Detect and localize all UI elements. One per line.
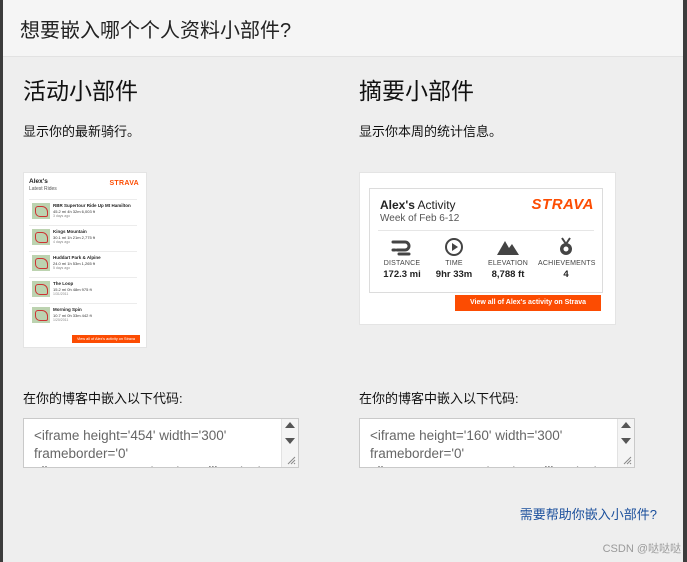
achievement-icon — [560, 237, 572, 255]
strava-logo: STRAVA — [531, 196, 594, 213]
embed-widget-dialog: 想要嵌入哪个个人资料小部件? 活动小部件 显示你的最新骑行。 Alex's La… — [3, 0, 683, 562]
card-divider — [378, 230, 594, 231]
stat-elevation: ELEVATION 8,788 ft — [480, 237, 536, 280]
ride-map-thumbnail — [32, 307, 50, 323]
stat-label: ACHIEVEMENTS — [538, 260, 596, 267]
embed-help-link[interactable]: 需要帮助你嵌入小部件? — [520, 504, 657, 523]
stat-achievements: ACHIEVEMENTS 4 — [538, 237, 596, 280]
scroll-down-arrow-icon[interactable] — [621, 438, 631, 444]
ride-map-thumbnail — [32, 255, 50, 271]
ride-date: 4 days ago — [53, 240, 71, 244]
ride-item: The Loop 15.2 mi 0h 48m 975 ft 1/31/2011 — [29, 277, 137, 300]
stat-value: 8,788 ft — [491, 269, 525, 280]
activity-code-label: 在你的博客中嵌入以下代码: — [23, 391, 183, 406]
stat-value: 4 — [563, 269, 569, 280]
scroll-up-arrow-icon[interactable] — [285, 422, 295, 428]
strava-logo: STRAVA — [109, 180, 139, 187]
activity-widget-preview[interactable]: Alex's Latest Rides STRAVA RBR Supertour… — [23, 172, 147, 348]
activity-widget-title: 活动小部件 — [23, 78, 138, 104]
activity-widget-description: 显示你的最新骑行。 — [23, 124, 141, 139]
activity-embed-code-textarea[interactable]: <iframe height='454' width='300' framebo… — [23, 418, 299, 468]
activity-owner: Alex's Activity — [380, 198, 456, 212]
summary-embed-code[interactable]: <iframe height='160' width='300' framebo… — [360, 419, 634, 467]
owner-name: Alex's — [380, 198, 415, 212]
summary-widget-preview[interactable]: Alex's Activity Week of Feb 6-12 STRAVA … — [359, 172, 616, 325]
resize-grip-icon[interactable] — [622, 455, 632, 465]
ride-item: Morning Spin 10.7 mi 0h 33m 442 ft 1/20/… — [29, 303, 137, 326]
ride-map-thumbnail — [32, 229, 50, 245]
summary-embed-code-textarea[interactable]: <iframe height='160' width='300' framebo… — [359, 418, 635, 468]
ride-item: Huddart Park & Alpine 24.0 mi 1h 53m 1,2… — [29, 251, 137, 274]
ride-map-thumbnail — [32, 203, 50, 219]
summary-code-label: 在你的博客中嵌入以下代码: — [359, 391, 519, 406]
activity-embed-code[interactable]: <iframe height='454' width='300' framebo… — [24, 419, 298, 467]
stat-time: TIME 9hr 33m — [426, 237, 482, 280]
ride-date: 5 days ago — [53, 266, 71, 270]
summary-widget-column: 摘要小部件 显示你本周的统计信息。 Alex's Activity Week o… — [359, 74, 679, 468]
view-all-activity-button[interactable]: View all of Alex's activity on Strava — [72, 335, 140, 343]
activity-heading: Activity — [414, 198, 456, 212]
ride-date: 1/20/2011 — [53, 318, 69, 322]
ride-name: The Loop — [53, 281, 74, 286]
activity-widget-column: 活动小部件 显示你的最新骑行。 Alex's Latest Rides STRA… — [23, 74, 343, 468]
ride-item: Kings Mountain 30.1 mi 1h 21m 2,775 ft 4… — [29, 225, 137, 248]
distance-icon — [391, 240, 411, 256]
stat-value: 172.3 mi — [383, 269, 421, 280]
scroll-up-arrow-icon[interactable] — [621, 422, 631, 428]
ride-date: 1/31/2011 — [53, 292, 69, 296]
stat-label: TIME — [445, 260, 463, 267]
ride-date: 3 days ago — [53, 214, 71, 218]
weekly-activity-card: Alex's Activity Week of Feb 6-12 STRAVA … — [369, 188, 603, 293]
elevation-icon — [497, 241, 519, 255]
dialog-title: 想要嵌入哪个个人资料小部件? — [20, 20, 292, 42]
week-range: Week of Feb 6-12 — [380, 213, 460, 224]
scroll-down-arrow-icon[interactable] — [285, 438, 295, 444]
ride-name: RBR Supertour Ride Up Mt Hamilton — [53, 203, 131, 208]
resize-grip-icon[interactable] — [286, 455, 296, 465]
dialog-header: 想要嵌入哪个个人资料小部件? — [3, 0, 683, 57]
stat-label: DISTANCE — [383, 260, 421, 267]
stat-distance: DISTANCE 172.3 mi — [374, 237, 430, 280]
ride-name: Huddart Park & Alpine — [53, 255, 101, 260]
stat-label: ELEVATION — [487, 260, 529, 267]
ride-name: Kings Mountain — [53, 229, 87, 234]
view-all-activity-button[interactable]: View all of Alex's activity on Strava — [455, 295, 601, 311]
watermark: CSDN @哒哒哒 — [602, 543, 681, 555]
time-icon — [445, 238, 463, 256]
latest-rides-header: Alex's Latest Rides STRAVA — [29, 178, 139, 192]
ride-name: Morning Spin — [53, 307, 82, 312]
stat-value: 9hr 33m — [435, 269, 473, 280]
ride-item: RBR Supertour Ride Up Mt Hamilton 45.2 m… — [29, 199, 137, 222]
summary-widget-title: 摘要小部件 — [359, 78, 474, 104]
summary-widget-description: 显示你本周的统计信息。 — [359, 124, 503, 139]
ride-map-thumbnail — [32, 281, 50, 297]
